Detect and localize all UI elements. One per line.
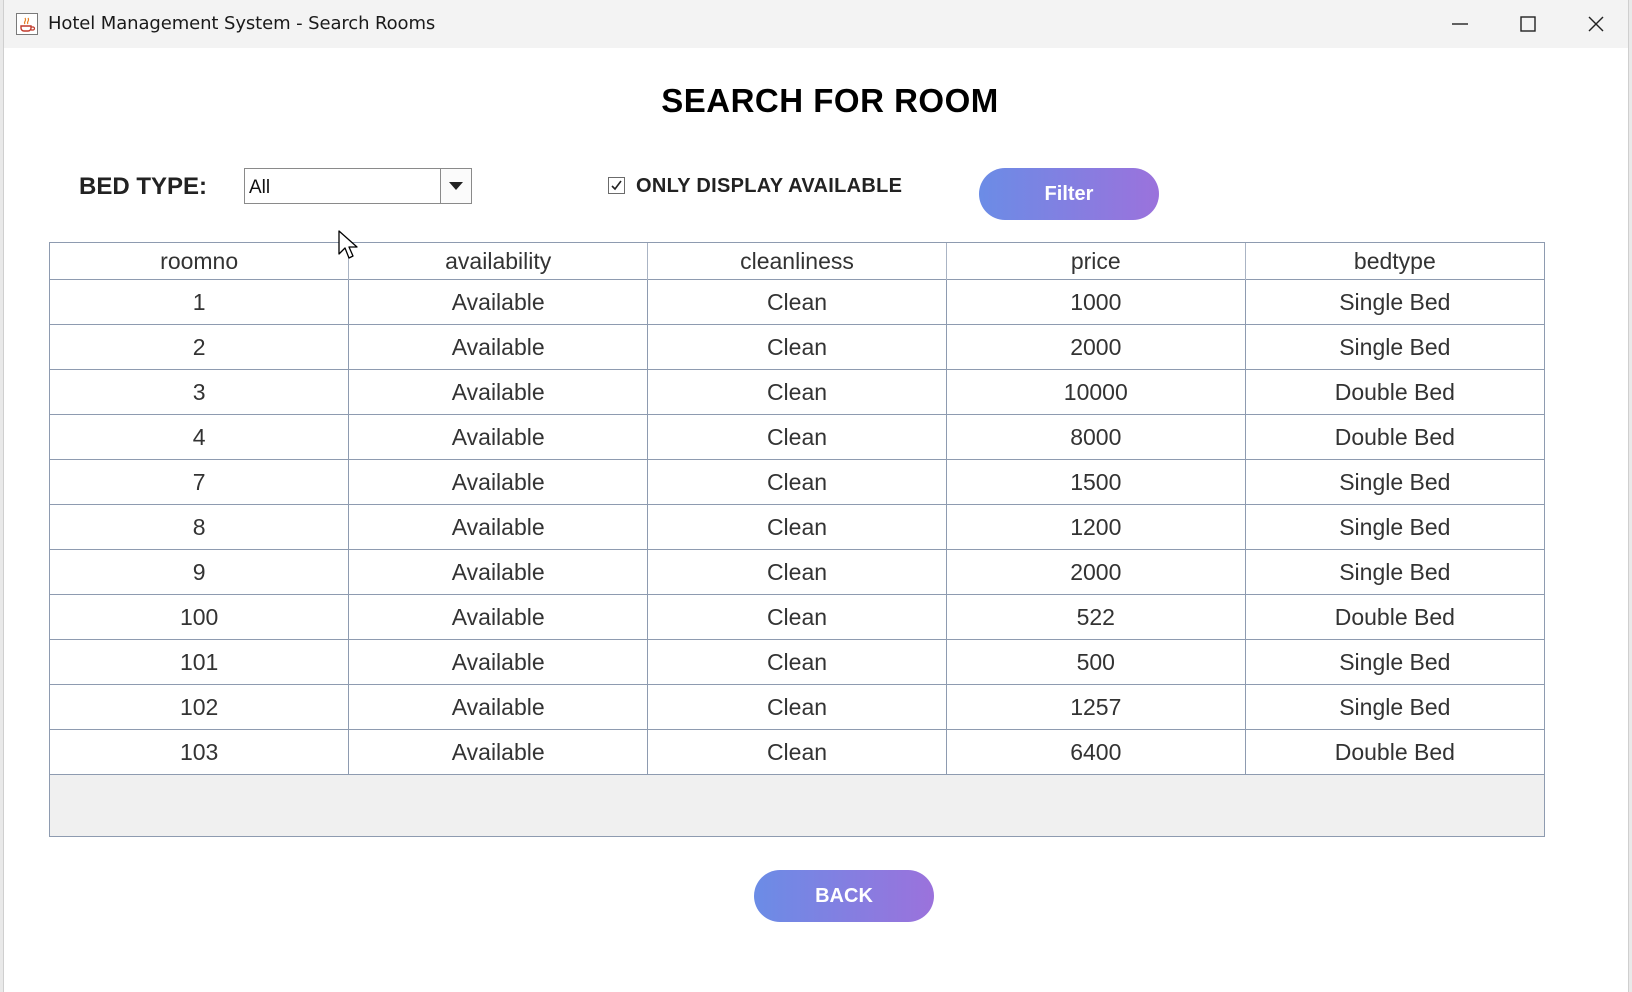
rooms-table[interactable]: roomno availability cleanliness price be…	[49, 242, 1545, 837]
java-cup-icon	[16, 13, 38, 35]
cell-roomno[interactable]: 102	[50, 684, 349, 730]
cell-roomno[interactable]: 103	[50, 729, 349, 775]
maximize-button[interactable]	[1494, 0, 1562, 48]
mouse-pointer-icon	[338, 230, 360, 267]
cell-bedtype[interactable]: Single Bed	[1244, 504, 1544, 550]
minimize-icon	[1452, 23, 1468, 25]
table-row[interactable]: 8 Available Clean 1200 Single Bed	[50, 504, 1544, 550]
cell-availability[interactable]: Available	[348, 639, 648, 685]
cell-availability[interactable]: Available	[348, 414, 648, 460]
cell-price[interactable]: 6400	[945, 729, 1246, 775]
table-row[interactable]: 100 Available Clean 522 Double Bed	[50, 594, 1544, 640]
cell-availability[interactable]: Available	[348, 549, 648, 595]
cell-cleanliness[interactable]: Clean	[647, 729, 947, 775]
cell-price[interactable]: 1500	[945, 459, 1246, 505]
cell-roomno[interactable]: 7	[50, 459, 349, 505]
cell-cleanliness[interactable]: Clean	[647, 279, 947, 325]
cell-price[interactable]: 500	[945, 639, 1246, 685]
cell-roomno[interactable]: 100	[50, 594, 349, 640]
rooms-grid: roomno availability cleanliness price be…	[50, 243, 1544, 775]
table-row[interactable]: 103 Available Clean 6400 Double Bed	[50, 729, 1544, 775]
cell-availability[interactable]: Available	[348, 594, 648, 640]
table-row[interactable]: 1 Available Clean 1000 Single Bed	[50, 279, 1544, 325]
window-title: Hotel Management System - Search Rooms	[48, 13, 436, 34]
cell-cleanliness[interactable]: Clean	[647, 504, 947, 550]
cell-availability[interactable]: Available	[348, 684, 648, 730]
minimize-button[interactable]	[1426, 0, 1494, 48]
cell-roomno[interactable]: 3	[50, 369, 349, 415]
cell-cleanliness[interactable]: Clean	[647, 369, 947, 415]
cell-cleanliness[interactable]: Clean	[647, 639, 947, 685]
app-window: Hotel Management System - Search Rooms S…	[4, 0, 1628, 992]
checkmark-icon	[611, 180, 622, 191]
table-row[interactable]: 9 Available Clean 2000 Single Bed	[50, 549, 1544, 595]
cell-roomno[interactable]: 4	[50, 414, 349, 460]
back-button[interactable]: BACK	[754, 870, 934, 922]
column-header-availability[interactable]: availability	[348, 243, 648, 280]
cell-cleanliness[interactable]: Clean	[647, 594, 947, 640]
cell-roomno[interactable]: 1	[50, 279, 349, 325]
cell-price[interactable]: 1200	[945, 504, 1246, 550]
close-icon	[1588, 16, 1604, 32]
maximize-icon	[1520, 16, 1536, 32]
cell-roomno[interactable]: 2	[50, 324, 349, 370]
dropdown-arrow-button[interactable]	[440, 169, 471, 203]
cell-roomno[interactable]: 101	[50, 639, 349, 685]
cell-cleanliness[interactable]: Clean	[647, 684, 947, 730]
cell-bedtype[interactable]: Single Bed	[1244, 279, 1544, 325]
cell-cleanliness[interactable]: Clean	[647, 324, 947, 370]
cell-price[interactable]: 2000	[945, 324, 1246, 370]
cell-cleanliness[interactable]: Clean	[647, 549, 947, 595]
page-title: SEARCH FOR ROOM	[661, 82, 999, 119]
cell-price[interactable]: 522	[945, 594, 1246, 640]
only-available-checkbox[interactable]	[608, 177, 625, 194]
only-available-label[interactable]: ONLY DISPLAY AVAILABLE	[636, 175, 902, 198]
column-header-cleanliness[interactable]: cleanliness	[647, 243, 947, 280]
cell-bedtype[interactable]: Single Bed	[1244, 639, 1544, 685]
column-header-roomno[interactable]: roomno	[50, 243, 349, 280]
title-bar[interactable]: Hotel Management System - Search Rooms	[4, 0, 1628, 48]
table-row[interactable]: 102 Available Clean 1257 Single Bed	[50, 684, 1544, 730]
cell-availability[interactable]: Available	[348, 459, 648, 505]
bed-type-label: BED TYPE:	[79, 173, 208, 200]
table-row[interactable]: 7 Available Clean 1500 Single Bed	[50, 459, 1544, 505]
table-row[interactable]: 2 Available Clean 2000 Single Bed	[50, 324, 1544, 370]
cell-price[interactable]: 1257	[945, 684, 1246, 730]
cell-price[interactable]: 10000	[945, 369, 1246, 415]
cell-bedtype[interactable]: Single Bed	[1244, 549, 1544, 595]
cell-bedtype[interactable]: Double Bed	[1244, 729, 1544, 775]
cell-availability[interactable]: Available	[348, 729, 648, 775]
cell-roomno[interactable]: 9	[50, 549, 349, 595]
bed-type-selected-value: All	[249, 177, 271, 198]
cell-bedtype[interactable]: Single Bed	[1244, 324, 1544, 370]
cell-roomno[interactable]: 8	[50, 504, 349, 550]
cell-price[interactable]: 1000	[945, 279, 1246, 325]
cell-availability[interactable]: Available	[348, 504, 648, 550]
cell-cleanliness[interactable]: Clean	[647, 459, 947, 505]
filter-button[interactable]: Filter	[979, 168, 1159, 220]
cell-price[interactable]: 2000	[945, 549, 1246, 595]
cell-availability[interactable]: Available	[348, 279, 648, 325]
cell-price[interactable]: 8000	[945, 414, 1246, 460]
cell-bedtype[interactable]: Double Bed	[1244, 594, 1544, 640]
bed-type-dropdown[interactable]: All	[244, 168, 472, 204]
cell-availability[interactable]: Available	[348, 369, 648, 415]
cell-bedtype[interactable]: Double Bed	[1244, 414, 1544, 460]
column-header-price[interactable]: price	[945, 243, 1246, 280]
table-row[interactable]: 3 Available Clean 10000 Double Bed	[50, 369, 1544, 415]
cell-bedtype[interactable]: Single Bed	[1244, 684, 1544, 730]
column-header-bedtype[interactable]: bedtype	[1244, 243, 1544, 280]
cell-availability[interactable]: Available	[348, 324, 648, 370]
cell-bedtype[interactable]: Double Bed	[1244, 369, 1544, 415]
table-row[interactable]: 101 Available Clean 500 Single Bed	[50, 639, 1544, 685]
close-button[interactable]	[1562, 0, 1630, 48]
cell-bedtype[interactable]: Single Bed	[1244, 459, 1544, 505]
cell-cleanliness[interactable]: Clean	[647, 414, 947, 460]
table-header-row: roomno availability cleanliness price be…	[50, 243, 1544, 280]
caret-down-icon	[449, 182, 463, 190]
table-row[interactable]: 4 Available Clean 8000 Double Bed	[50, 414, 1544, 460]
